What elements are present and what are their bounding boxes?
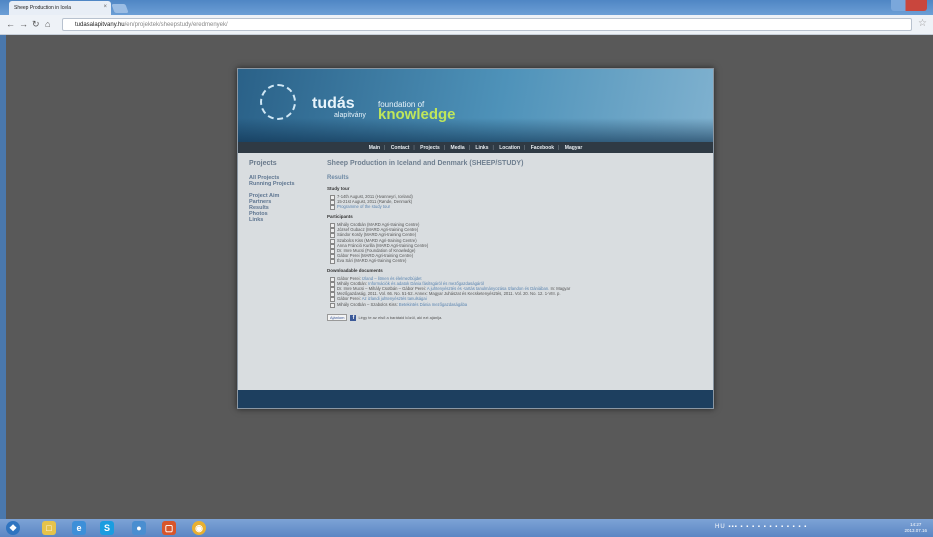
presentation-app-icon[interactable]: ▢: [162, 521, 176, 535]
address-bar[interactable]: tudasalapitvany.hu/en/projektek/sheepstu…: [62, 18, 912, 31]
nav-projects[interactable]: Projects: [420, 145, 440, 151]
tray-language: HU: [715, 524, 726, 530]
doc-author: Mihály Csotbán – Szabolcs Kiss:: [337, 301, 398, 307]
site-sidebar: Projects All Projects Running Projects P…: [249, 160, 319, 223]
nav-separator: |: [384, 145, 386, 151]
page-title: Sheep Production in Iceland and Denmark …: [327, 160, 524, 167]
nav-location[interactable]: Location: [499, 145, 520, 151]
logo-tudas: tudás: [312, 95, 355, 112]
social-text: Légy te az első a barátaid közül, aki ez…: [358, 314, 443, 320]
list-item: Programme of the study tour: [327, 204, 707, 211]
url-path: /en/projektek/sheepstudy/eredmenyek/: [124, 22, 228, 28]
browser-toolbar: ← → ↻ ⌂ tudasalapitvany.hu/en/projektek/…: [0, 15, 933, 35]
clock[interactable]: 14:27 2013.07.16: [904, 522, 927, 534]
documents-heading: Downloadable documents: [327, 268, 383, 274]
nav-links[interactable]: Links: [475, 145, 488, 151]
facebook-icon: f: [350, 314, 357, 321]
nav-magyar[interactable]: Magyar: [565, 145, 583, 151]
results-heading: Results: [327, 175, 349, 181]
browser-titlebar: Sheep Production in Icela ×: [0, 0, 933, 15]
window-controls[interactable]: [891, 0, 927, 11]
nav-facebook[interactable]: Facebook: [531, 145, 554, 151]
internet-explorer-icon[interactable]: e: [72, 521, 86, 535]
social-row: Ajánlom f Légy te az első a barátaid közül…: [327, 313, 707, 321]
url-host: tudasalapitvany.hu: [75, 22, 125, 28]
website-container: tudás alapítvány foundation of knowledge…: [237, 68, 714, 409]
logo-swirl-icon: [260, 84, 296, 120]
forward-icon[interactable]: →: [19, 19, 28, 29]
study-tour-heading: Study tour: [327, 186, 350, 191]
browser-tab[interactable]: Sheep Production in Icela ×: [9, 1, 111, 15]
main-content: Sheep Production in Iceland and Denmark …: [327, 160, 707, 321]
doc-link[interactable]: Betekintés Dánia mezőgazdaságába: [399, 302, 467, 307]
nav-media[interactable]: Media: [451, 145, 465, 151]
participants-heading: Participants: [327, 214, 353, 220]
tab-title: Sheep Production in Icela: [14, 5, 71, 11]
nav-contact[interactable]: Contact: [391, 145, 410, 151]
start-button-icon[interactable]: ❖: [6, 521, 20, 535]
taskbar: ❖ □ e S ● ▢ ◉ HU ▪▪▪ ▪ ▪ ▪ ▪ ▪ ▪ ▪ ▪ ▪ ▪…: [0, 519, 933, 537]
nav-separator: |: [524, 145, 526, 151]
system-tray[interactable]: HU ▪▪▪ ▪ ▪ ▪ ▪ ▪ ▪ ▪ ▪ ▪ ▪ ▪ ▪: [715, 524, 807, 530]
nav-separator: |: [413, 145, 415, 151]
new-tab-button[interactable]: [111, 4, 129, 13]
logo-alapitvany: alapítvány: [334, 112, 366, 119]
skype-icon[interactable]: S: [100, 521, 114, 535]
back-icon[interactable]: ←: [6, 19, 15, 29]
programme-link[interactable]: Programme of the study tour: [337, 204, 390, 209]
list-item: Éva Sári (MARD Agri-training Centre): [327, 258, 707, 265]
list-item: Mihály Csotbán – Szabolcs Kiss: Betekint…: [327, 301, 707, 308]
nav-separator: |: [492, 145, 494, 151]
site-banner: tudás alapítvány foundation of knowledge: [238, 69, 713, 142]
site-navbar: Main | Contact | Projects | Media | Links | L…: [238, 142, 713, 153]
nav-separator: |: [443, 145, 446, 151]
nav-separator: |: [468, 145, 471, 151]
banner-wave: [238, 118, 713, 142]
logo-knowledge: knowledge: [378, 106, 456, 123]
chrome-icon[interactable]: ◉: [192, 521, 206, 535]
nav-main[interactable]: Main: [369, 145, 380, 151]
facebook-recommend-button[interactable]: Ajánlom: [327, 313, 348, 321]
explorer-icon[interactable]: □: [42, 521, 56, 535]
clock-date: 2013.07.16: [904, 528, 927, 533]
sidebar-item-links[interactable]: Links: [249, 217, 319, 223]
bookmark-star-icon[interactable]: ☆: [918, 18, 927, 29]
site-footer: [238, 390, 713, 408]
sidebar-heading: Projects: [249, 160, 277, 167]
home-icon[interactable]: ⌂: [45, 19, 50, 29]
media-player-icon[interactable]: ●: [132, 521, 146, 535]
tab-close-icon[interactable]: ×: [103, 4, 107, 10]
nav-separator: |: [558, 145, 560, 151]
reload-icon[interactable]: ↻: [32, 19, 40, 30]
